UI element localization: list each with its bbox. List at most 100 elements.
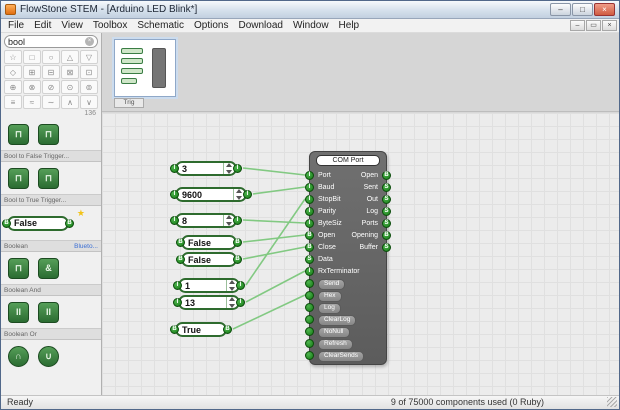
refresh-button[interactable]: Refresh [318, 339, 353, 350]
bool-value-box[interactable]: B False B [176, 235, 242, 250]
boolean-component[interactable]: ∪ [38, 345, 59, 367]
bool-value-box[interactable]: B True B [170, 322, 232, 337]
menu-download[interactable]: Download [233, 20, 287, 31]
output-connector[interactable]: S [382, 219, 391, 228]
clearlog-button[interactable]: ClearLog [318, 315, 357, 326]
value-text[interactable]: 13 [180, 298, 195, 308]
filter-icon[interactable]: △ [61, 50, 79, 64]
value-text[interactable]: False [183, 238, 211, 248]
input-connector[interactable] [305, 327, 314, 336]
input-connector[interactable]: I [305, 219, 314, 228]
filter-icon[interactable]: ⊟ [42, 65, 60, 79]
value-text[interactable]: True [177, 325, 201, 335]
output-connector[interactable]: I [233, 216, 242, 225]
input-connector[interactable]: I [305, 207, 314, 216]
menu-help[interactable]: Help [334, 20, 365, 31]
clearsends-button[interactable]: ClearSends [318, 351, 364, 362]
input-connector[interactable]: B [176, 255, 185, 264]
mdi-minimize-button[interactable]: – [570, 20, 585, 31]
value-stepper[interactable] [226, 280, 235, 291]
output-connector[interactable]: I [236, 281, 245, 290]
filter-icon[interactable]: ▽ [80, 50, 98, 64]
input-connector[interactable] [305, 303, 314, 312]
filter-icon[interactable]: ◇ [4, 65, 22, 79]
maximize-button[interactable]: □ [572, 3, 593, 16]
input-connector[interactable]: B [170, 325, 179, 334]
boolean-or-component[interactable]: II [38, 301, 59, 323]
menu-window[interactable]: Window [288, 20, 334, 31]
output-connector[interactable]: B [233, 255, 242, 264]
output-connector[interactable]: B [382, 231, 391, 240]
filter-icon[interactable]: ∧ [61, 95, 79, 109]
boolean-component[interactable]: B False B [2, 215, 74, 231]
input-connector[interactable]: I [305, 171, 314, 180]
int-value-box[interactable]: I 8 I [170, 213, 242, 228]
int-value-box[interactable]: I 3 I [170, 161, 242, 176]
boolean-or-component[interactable]: II [8, 301, 29, 323]
input-connector[interactable]: I [173, 281, 182, 290]
filter-icon[interactable]: ⊞ [23, 65, 41, 79]
bool-to-true-trigger-component[interactable]: ⊓ [8, 167, 29, 189]
input-connector[interactable]: I [305, 267, 314, 276]
input-connector[interactable]: I [305, 183, 314, 192]
send-button[interactable]: Send [318, 279, 346, 290]
input-connector[interactable] [305, 315, 314, 324]
value-stepper[interactable] [233, 189, 242, 200]
filter-icon[interactable]: ☆ [4, 50, 22, 64]
menu-view[interactable]: View [56, 20, 88, 31]
value-stepper[interactable] [223, 163, 232, 174]
input-connector[interactable]: I [305, 195, 314, 204]
filter-icon[interactable]: ≡ [4, 95, 22, 109]
filter-icon[interactable]: ⊚ [80, 80, 98, 94]
input-connector[interactable] [305, 339, 314, 348]
clear-search-icon[interactable]: × [85, 37, 94, 46]
output-connector[interactable]: B [233, 238, 242, 247]
value-stepper[interactable] [226, 297, 235, 308]
input-connector[interactable] [305, 291, 314, 300]
input-connector[interactable]: B [2, 218, 11, 228]
input-connector[interactable]: I [170, 164, 179, 173]
filter-icon[interactable]: ≈ [23, 95, 41, 109]
boolean-and-component[interactable]: & [38, 257, 59, 279]
bool-value-box[interactable]: B False B [176, 252, 242, 267]
input-connector[interactable]: B [176, 238, 185, 247]
output-connector[interactable]: B [65, 218, 74, 228]
output-connector[interactable]: I [243, 190, 252, 199]
filter-icon[interactable]: ○ [42, 50, 60, 64]
filter-icon[interactable]: ⊕ [4, 80, 22, 94]
log-button[interactable]: Log [318, 303, 341, 314]
output-connector[interactable]: S [382, 183, 391, 192]
output-connector[interactable]: I [233, 164, 242, 173]
input-connector[interactable]: B [305, 243, 314, 252]
bool-to-false-trigger-component[interactable]: ⊓ [38, 123, 59, 145]
value-text[interactable]: False [183, 255, 211, 265]
input-connector[interactable] [305, 279, 314, 288]
value-stepper[interactable] [223, 215, 232, 226]
menu-file[interactable]: File [3, 20, 29, 31]
menu-schematic[interactable]: Schematic [132, 20, 189, 31]
bool-to-true-trigger-component[interactable]: ⊓ [38, 167, 59, 189]
int-value-box[interactable]: I 9600 I [170, 187, 252, 202]
int-value-box[interactable]: I 1 I [173, 278, 245, 293]
hex-button[interactable]: Hex [318, 291, 342, 302]
filter-icon[interactable]: ⊗ [23, 80, 41, 94]
menu-edit[interactable]: Edit [29, 20, 56, 31]
nonull-button[interactable]: NoNull [318, 327, 350, 338]
output-connector[interactable]: S [382, 243, 391, 252]
bool-to-false-trigger-component[interactable]: ⊓ [8, 123, 29, 145]
filter-icon[interactable]: ⊡ [80, 65, 98, 79]
filter-icon[interactable]: ∨ [80, 95, 98, 109]
schematic-thumbnail[interactable] [114, 39, 176, 97]
input-connector[interactable]: I [170, 216, 179, 225]
menu-toolbox[interactable]: Toolbox [88, 20, 132, 31]
output-connector[interactable]: B [382, 171, 391, 180]
comport-module[interactable]: COM Port I Port Open B I Baud Sent S I S… [305, 151, 391, 365]
input-connector[interactable]: S [305, 255, 314, 264]
filter-icon[interactable]: ⊠ [61, 65, 79, 79]
filter-icon[interactable]: ∼ [42, 95, 60, 109]
input-connector[interactable]: I [173, 298, 182, 307]
close-button[interactable]: × [594, 3, 615, 16]
value-text[interactable]: 9600 [177, 190, 202, 200]
menu-options[interactable]: Options [189, 20, 233, 31]
thumbnail-label[interactable]: Trig [114, 98, 144, 108]
